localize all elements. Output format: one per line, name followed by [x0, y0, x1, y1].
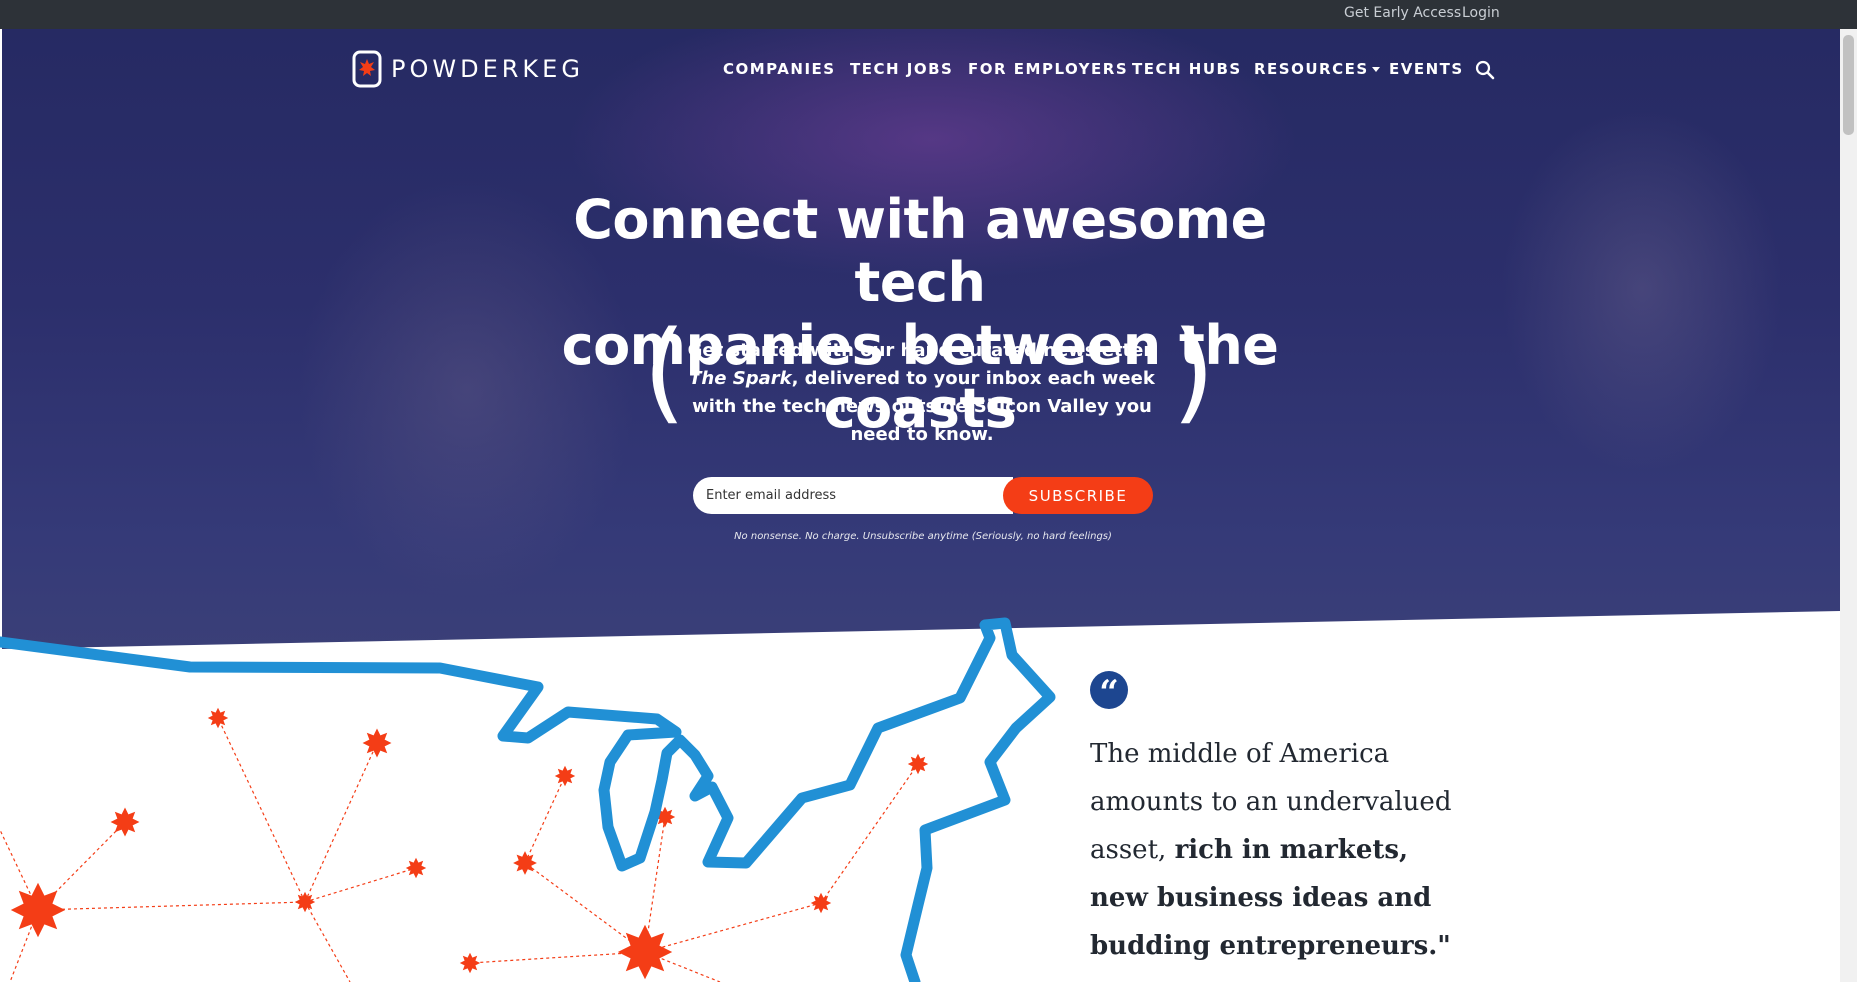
email-input[interactable]	[693, 477, 1013, 514]
nav-for-employers[interactable]: FOR EMPLOYERS	[968, 60, 1128, 78]
powderkeg-logo[interactable]: POWDERKEG	[352, 49, 584, 89]
hub-star-icon	[459, 952, 481, 974]
hub-star-icon	[554, 765, 576, 787]
hub-star-icons	[10, 707, 929, 980]
hub-star-icon	[110, 807, 140, 837]
hub-star-icon	[294, 891, 316, 913]
connection-lines	[0, 717, 919, 982]
scrollbar-thumb[interactable]	[1843, 35, 1854, 135]
newsletter-description-pre: Get started with our hand-curated newsle…	[687, 340, 1157, 361]
powderkeg-keg-icon	[352, 50, 382, 88]
hub-star-icon	[907, 753, 929, 775]
get-early-access-link[interactable]: Get Early Access	[1344, 5, 1461, 21]
search-icon[interactable]	[1475, 60, 1495, 80]
newsletter-name: The Spark	[689, 368, 792, 389]
hub-star-icon	[10, 882, 66, 938]
subscribe-disclaimer: No nonsense. No charge. Unsubscribe anyt…	[734, 531, 1112, 542]
hub-star-icon	[513, 851, 537, 875]
map-border-line	[0, 617, 1056, 982]
page-scrollbar[interactable]	[1840, 29, 1857, 982]
quote-icon: “	[1090, 671, 1128, 713]
nav-resources-label: RESOURCES	[1254, 60, 1369, 78]
hero-headline-line-1: Connect with awesome tech	[573, 188, 1267, 314]
hub-star-icon	[810, 892, 832, 914]
nav-resources[interactable]: RESOURCES	[1254, 60, 1380, 78]
logo-wordmark: POWDERKEG	[391, 55, 584, 83]
hub-star-icon	[617, 924, 673, 980]
nav-tech-hubs[interactable]: TECH HUBS	[1132, 60, 1242, 78]
testimonial-quote: The middle of America amounts to an unde…	[1090, 730, 1470, 970]
newsletter-description: Get started with our hand-curated newsle…	[674, 337, 1170, 449]
nav-events[interactable]: EVENTS	[1389, 60, 1464, 78]
nav-tech-jobs[interactable]: TECH JOBS	[850, 60, 953, 78]
nav-companies[interactable]: COMPANIES	[723, 60, 836, 78]
hub-star-icon	[207, 707, 229, 729]
utility-bar: Get Early Access Login	[0, 0, 1857, 29]
login-link[interactable]: Login	[1462, 5, 1500, 21]
midwest-map-illustration	[0, 617, 1056, 982]
close-paren-decoration: )	[1172, 307, 1215, 435]
subscribe-button[interactable]: SUBSCRIBE	[1003, 477, 1153, 514]
hub-star-icon	[362, 728, 392, 758]
hub-star-icon	[405, 857, 427, 879]
caret-down-icon	[1371, 67, 1380, 72]
